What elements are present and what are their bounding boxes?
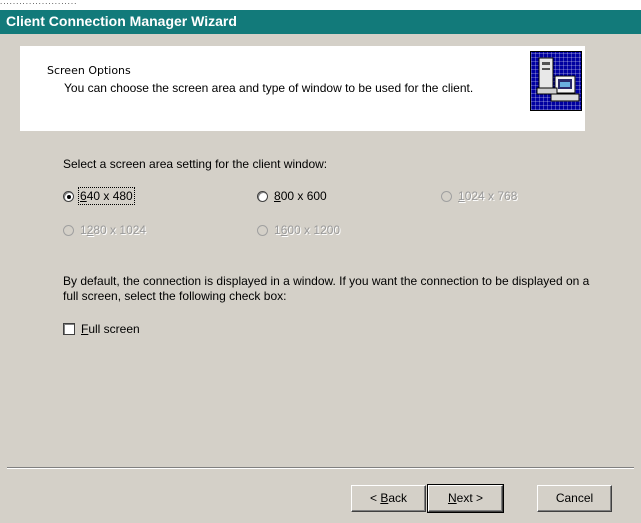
screen-area-prompt: Select a screen area setting for the cli…: [63, 157, 328, 171]
radio-1024x768-label: 1024 x 768: [458, 189, 518, 203]
radio-640x480[interactable]: 640 x 480: [63, 187, 135, 205]
radio-button-icon: [63, 224, 74, 236]
cancel-button[interactable]: Cancel: [537, 485, 612, 512]
wizard-header: Screen Options You can choose the screen…: [20, 46, 585, 131]
top-fragment: ........................: [0, 0, 78, 6]
header-subtitle: You can choose the screen area and type …: [64, 81, 474, 95]
radio-button-icon: [257, 224, 268, 236]
radio-640x480-label: 640 x 480: [78, 187, 135, 205]
radio-1280x1024-label: 1280 x 1024: [80, 223, 147, 237]
radio-800x600-label: 800 x 600: [274, 189, 327, 203]
wizard-computer-icon: [530, 51, 582, 111]
radio-800x600[interactable]: 800 x 600: [257, 188, 327, 204]
fullscreen-checkbox-label: Full screen: [81, 322, 140, 336]
title-bar[interactable]: Client Connection Manager Wizard: [0, 10, 641, 34]
back-button[interactable]: < Back: [351, 485, 426, 512]
button-separator: [7, 467, 634, 469]
checkbox-icon: [63, 323, 75, 335]
radio-1280x1024: 1280 x 1024: [63, 222, 146, 238]
header-title: Screen Options: [47, 64, 131, 77]
radio-1600x1200: 1600 x 1200: [257, 222, 340, 238]
radio-1024x768: 1024 x 768: [441, 188, 517, 204]
radio-1600x1200-label: 1600 x 1200: [274, 223, 341, 237]
next-button[interactable]: Next >: [427, 484, 504, 513]
radio-button-icon: [257, 190, 268, 202]
fullscreen-checkbox[interactable]: Full screen: [63, 322, 140, 336]
window-title: Client Connection Manager Wizard: [6, 13, 237, 29]
radio-button-icon: [63, 190, 74, 202]
radio-button-icon: [441, 190, 452, 202]
fullscreen-description: By default, the connection is displayed …: [63, 274, 590, 303]
